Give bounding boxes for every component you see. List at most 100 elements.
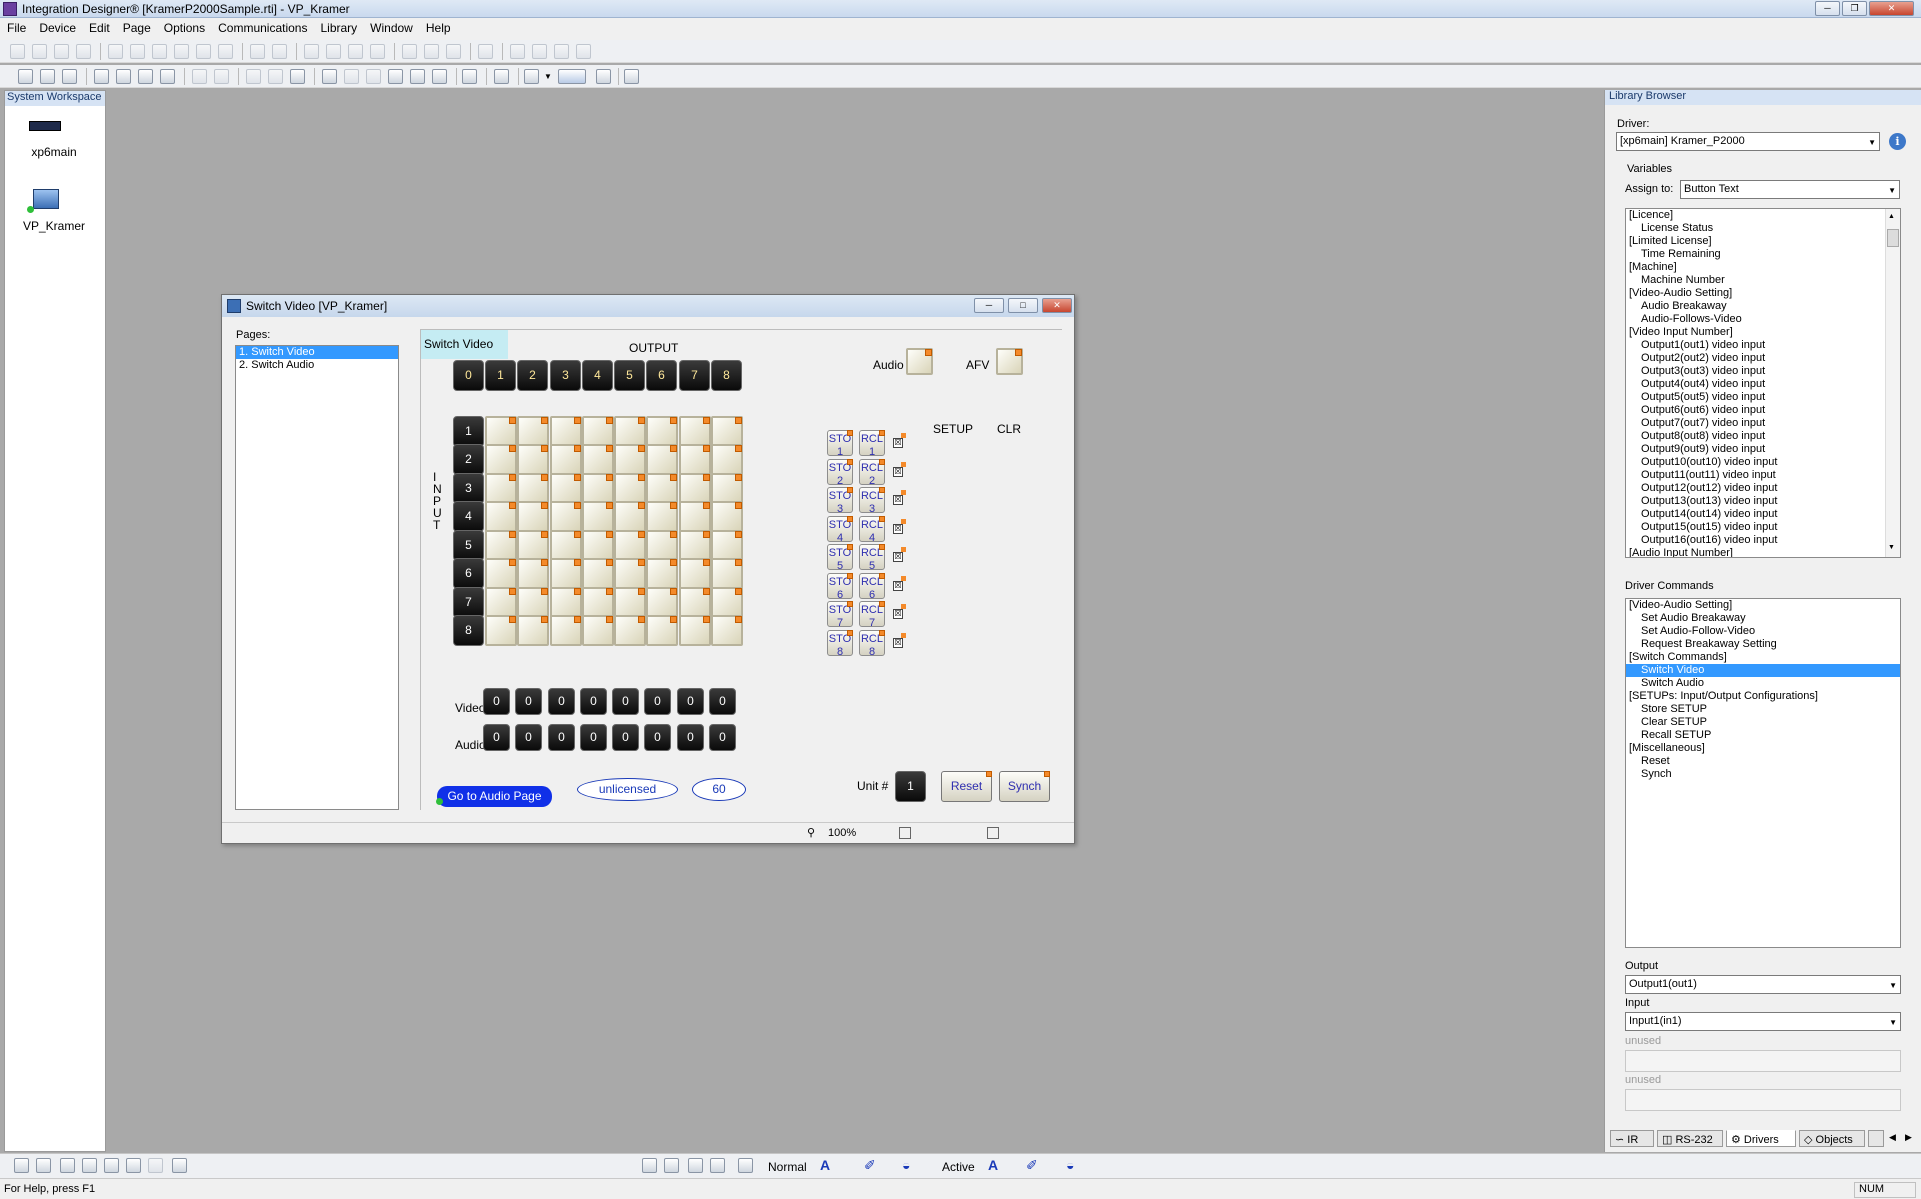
- new-icon[interactable]: [18, 69, 33, 84]
- ungroup-icon[interactable]: [32, 44, 47, 59]
- output-button-7[interactable]: 7: [679, 360, 710, 391]
- crosspoint-button[interactable]: [582, 530, 614, 561]
- output-button-6[interactable]: 6: [646, 360, 677, 391]
- editor-minimize-button[interactable]: ─: [974, 298, 1004, 313]
- crosspoint-button[interactable]: [517, 501, 549, 532]
- output-button-8[interactable]: 8: [711, 360, 742, 391]
- crosspoint-button[interactable]: [646, 501, 678, 532]
- crosspoint-button[interactable]: [582, 558, 614, 589]
- info-icon[interactable]: i: [1889, 133, 1906, 150]
- wand-icon[interactable]: [172, 1158, 187, 1173]
- copy-page-icon[interactable]: [410, 69, 425, 84]
- variable-item[interactable]: Output7(out7) video input: [1626, 417, 1900, 430]
- crosspoint-button[interactable]: [679, 501, 711, 532]
- variable-item[interactable]: [Video-Audio Setting]: [1626, 287, 1900, 300]
- cross-icon[interactable]: [60, 1158, 75, 1173]
- close-button[interactable]: ✕: [1869, 1, 1914, 16]
- command-item[interactable]: Request Breakaway Setting: [1626, 638, 1900, 651]
- button-tool-icon[interactable]: [82, 1158, 97, 1173]
- output-button-4[interactable]: 4: [582, 360, 613, 391]
- active-fill-color-icon[interactable]: ◒: [1066, 1157, 1074, 1173]
- variable-item[interactable]: Machine Number: [1626, 274, 1900, 287]
- context-help-icon[interactable]: [624, 69, 639, 84]
- variable-item[interactable]: Output13(out13) video input: [1626, 495, 1900, 508]
- rounded-rect-icon[interactable]: [664, 1158, 679, 1173]
- variable-item[interactable]: Output6(out6) video input: [1626, 404, 1900, 417]
- layers-icon[interactable]: [344, 69, 359, 84]
- clear-setup-button[interactable]: ☒: [893, 433, 906, 448]
- menu-edit[interactable]: Edit: [82, 18, 116, 35]
- crosspoint-button[interactable]: [582, 587, 614, 618]
- align-left-icon[interactable]: [108, 44, 123, 59]
- center-both-icon[interactable]: [446, 44, 461, 59]
- font-color-icon[interactable]: A: [820, 1157, 830, 1173]
- group-icon[interactable]: [10, 44, 25, 59]
- crosspoint-button[interactable]: [679, 444, 711, 475]
- crosspoint-button[interactable]: [614, 530, 646, 561]
- output-button-2[interactable]: 2: [517, 360, 548, 391]
- menu-library[interactable]: Library: [313, 18, 363, 35]
- command-item[interactable]: Set Audio-Follow-Video: [1626, 625, 1900, 638]
- line-style-label[interactable]: Normal: [768, 1160, 807, 1174]
- page-item[interactable]: 1. Switch Video: [236, 346, 398, 359]
- menu-page[interactable]: Page: [116, 18, 157, 35]
- distribute-icon[interactable]: [478, 44, 493, 59]
- input-button-7[interactable]: 7: [453, 587, 484, 618]
- crosspoint-button[interactable]: [679, 615, 711, 646]
- restore-button[interactable]: ❐: [1842, 1, 1867, 16]
- command-item[interactable]: Store SETUP: [1626, 703, 1900, 716]
- space-vertical-icon[interactable]: [370, 44, 385, 59]
- command-item[interactable]: [SETUPs: Input/Output Configurations]: [1626, 690, 1900, 703]
- crosspoint-button[interactable]: [582, 615, 614, 646]
- tab-ir[interactable]: ∽ IR: [1610, 1130, 1654, 1147]
- tab-scroll-left-icon[interactable]: ◀: [1889, 1132, 1896, 1143]
- store-setup-button[interactable]: STO 8: [827, 629, 853, 658]
- same-width-icon[interactable]: [250, 44, 265, 59]
- pointer-icon[interactable]: [366, 69, 381, 84]
- crosspoint-button[interactable]: [517, 587, 549, 618]
- crosspoint-button[interactable]: [550, 530, 582, 561]
- crosspoint-button[interactable]: [485, 501, 517, 532]
- variable-item[interactable]: Audio-Follows-Video: [1626, 313, 1900, 326]
- clear-setup-button[interactable]: ☒: [893, 490, 906, 505]
- variable-item[interactable]: Output15(out15) video input: [1626, 521, 1900, 534]
- align-bottom-icon[interactable]: [218, 44, 233, 59]
- crosspoint-button[interactable]: [582, 501, 614, 532]
- recall-setup-button[interactable]: RCL 1: [859, 430, 885, 458]
- recall-setup-button[interactable]: RCL 6: [859, 572, 885, 601]
- center-horizontal-icon[interactable]: [402, 44, 417, 59]
- variable-item[interactable]: Output3(out3) video input: [1626, 365, 1900, 378]
- ellipse-icon[interactable]: [688, 1158, 703, 1173]
- crosspoint-button[interactable]: [550, 473, 582, 504]
- space-across-icon[interactable]: [304, 44, 319, 59]
- minimize-button[interactable]: ─: [1815, 1, 1840, 16]
- bring-front-icon[interactable]: [54, 44, 69, 59]
- scroll-down-icon[interactable]: ▼: [1888, 544, 1895, 551]
- variable-item[interactable]: Output14(out14) video input: [1626, 508, 1900, 521]
- crosspoint-button[interactable]: [550, 587, 582, 618]
- clear-setup-button[interactable]: ☒: [893, 547, 906, 562]
- input-param-select[interactable]: Input1(in1) ▼: [1625, 1012, 1901, 1031]
- crosspoint-button[interactable]: [517, 416, 549, 447]
- variable-item[interactable]: Time Remaining: [1626, 248, 1900, 261]
- crosspoint-button[interactable]: [582, 416, 614, 447]
- editor-close-button[interactable]: ✕: [1042, 298, 1072, 313]
- crosspoint-button[interactable]: [711, 587, 743, 618]
- command-item[interactable]: [Video-Audio Setting]: [1626, 599, 1900, 612]
- workspace-item-xp6main[interactable]: xp6main: [5, 145, 103, 159]
- input-button-2[interactable]: 2: [453, 444, 484, 475]
- crosspoint-button[interactable]: [614, 501, 646, 532]
- variable-item[interactable]: Output10(out10) video input: [1626, 456, 1900, 469]
- output-param-select[interactable]: Output1(out1) ▼: [1625, 975, 1901, 994]
- variable-item[interactable]: Output9(out9) video input: [1626, 443, 1900, 456]
- processor-icon[interactable]: [29, 121, 61, 131]
- crosspoint-button[interactable]: [646, 530, 678, 561]
- crosspoint-button[interactable]: [485, 530, 517, 561]
- workspace-item-vp-kramer[interactable]: VP_Kramer: [5, 219, 103, 233]
- crosspoint-button[interactable]: [711, 530, 743, 561]
- crosspoint-button[interactable]: [550, 558, 582, 589]
- chevron-down-icon[interactable]: ▼: [544, 72, 552, 81]
- crosspoint-button[interactable]: [614, 615, 646, 646]
- arrow-up-icon[interactable]: [510, 44, 525, 59]
- stamp-icon[interactable]: [126, 1158, 141, 1173]
